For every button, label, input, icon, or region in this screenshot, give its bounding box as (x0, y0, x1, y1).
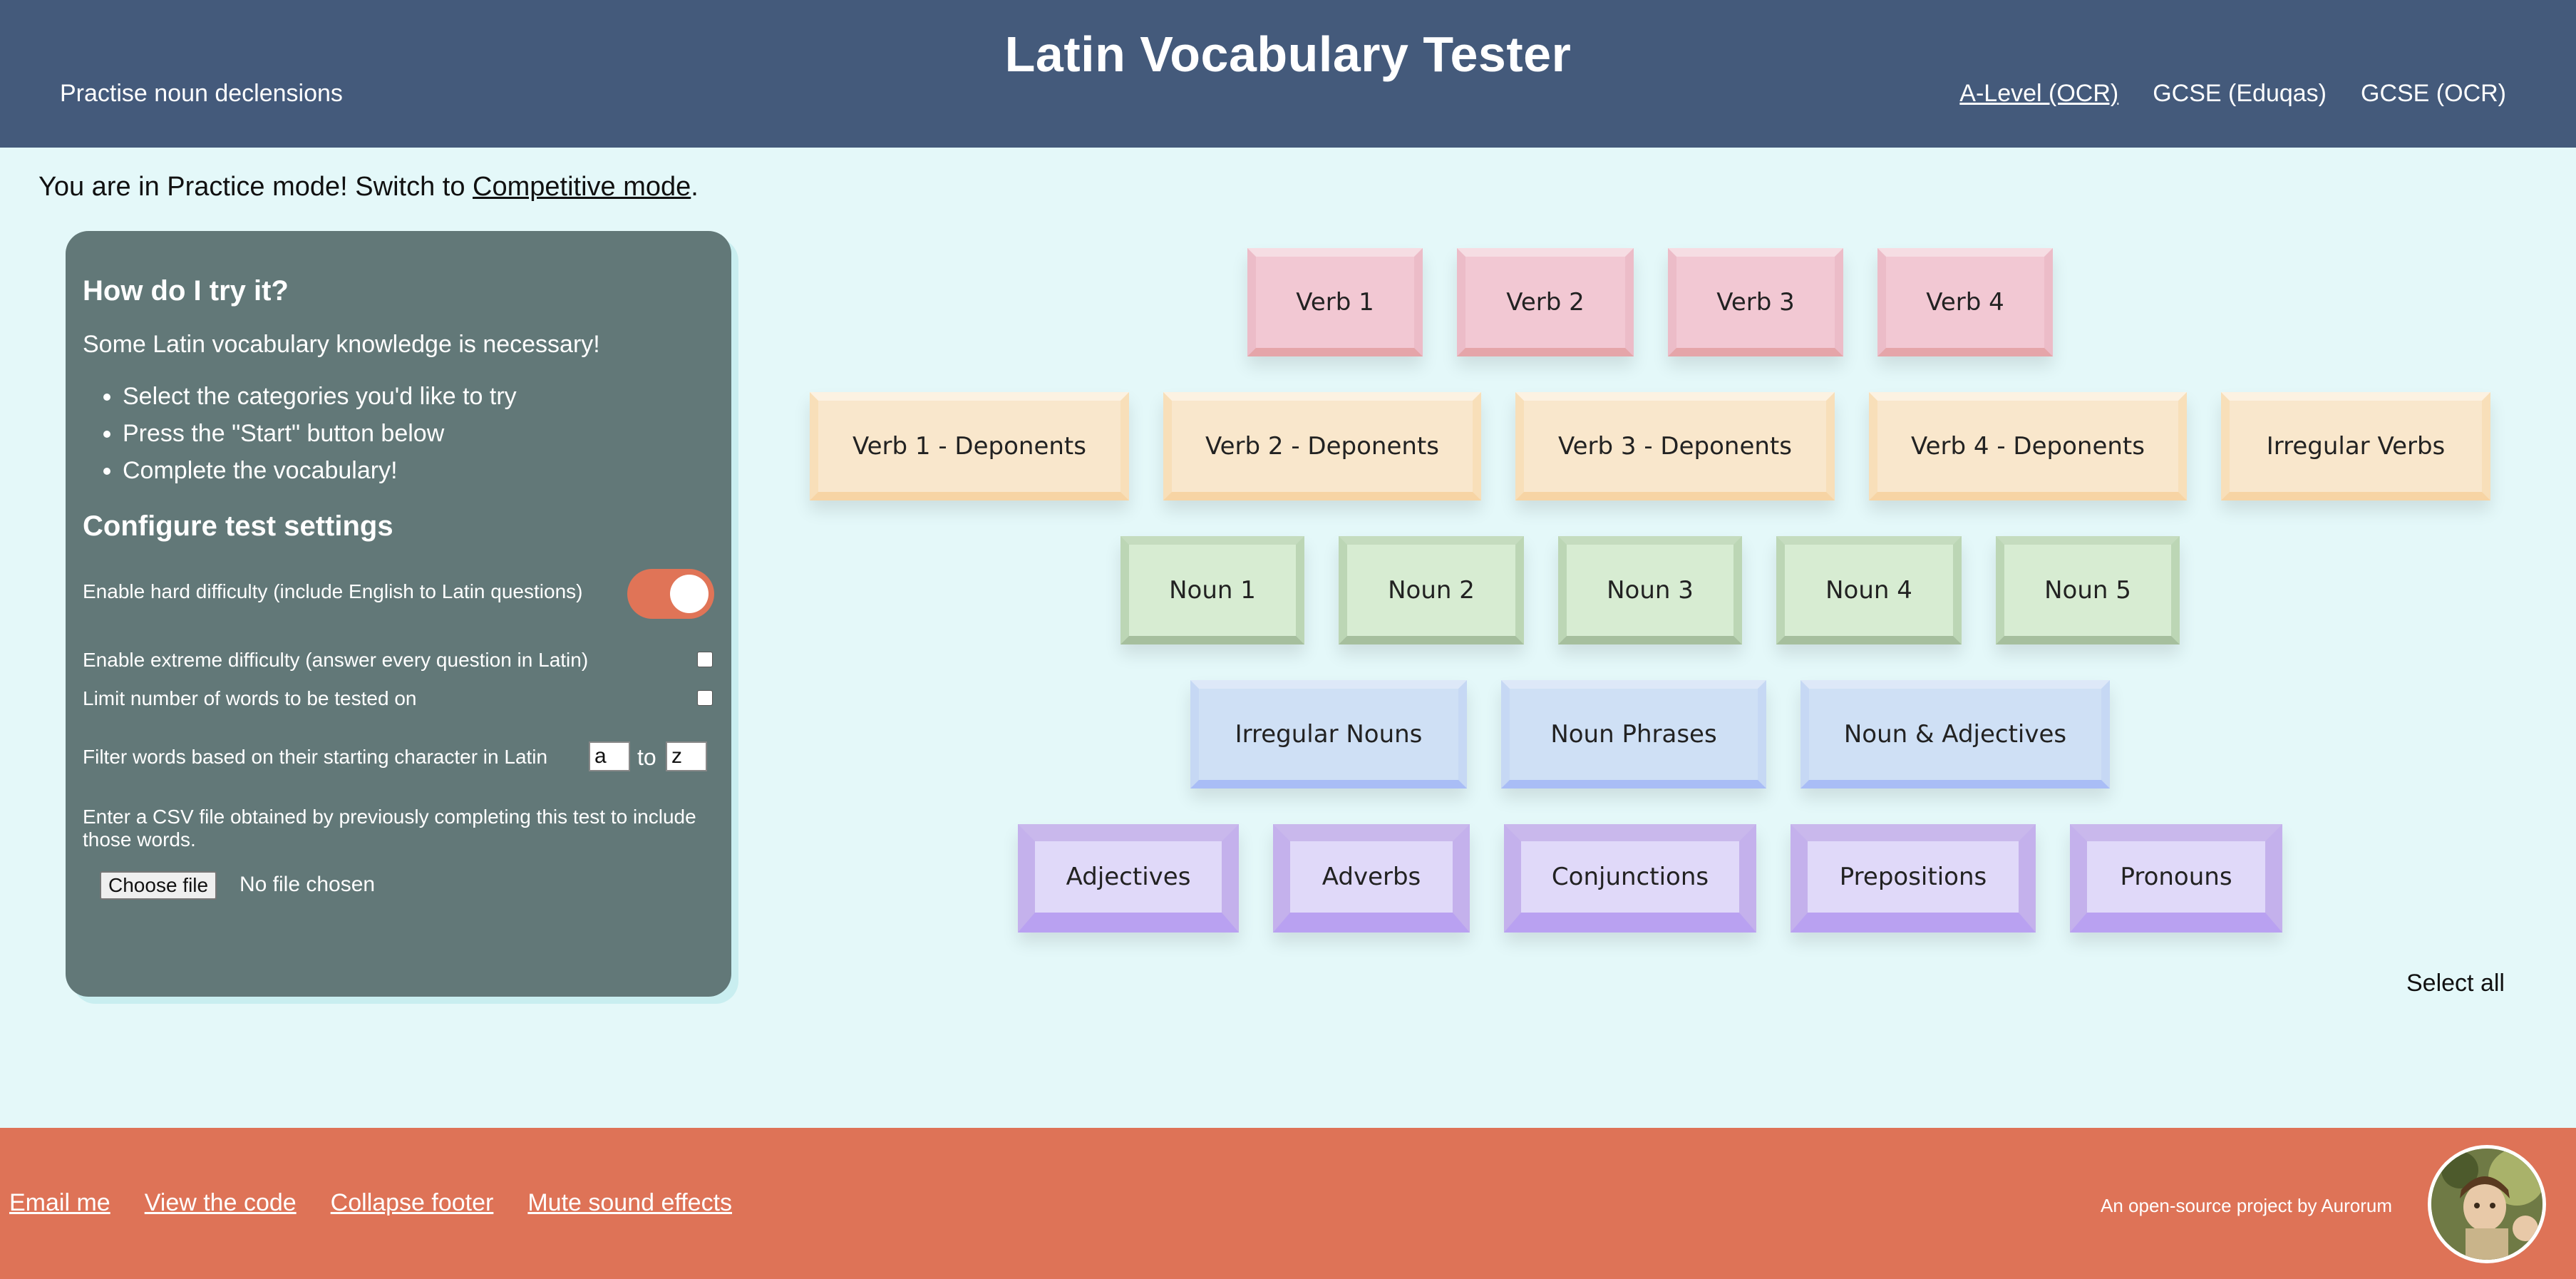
category-verb-2[interactable]: Verb 2 (1457, 248, 1634, 356)
category-noun-2[interactable]: Noun 2 (1339, 536, 1524, 644)
category-verb-1-deponents[interactable]: Verb 1 - Deponents (810, 392, 1129, 500)
hard-difficulty-toggle[interactable] (627, 569, 714, 619)
file-status: No file chosen (239, 873, 376, 896)
category-prepositions[interactable]: Prepositions (1791, 824, 2036, 933)
limit-words-label: Limit number of words to be tested on (83, 687, 417, 709)
instruction-step: Select the categories you'd like to try (123, 378, 517, 415)
exam-board-nav: A-Level (OCR) GCSE (Eduqas) GCSE (OCR) (1959, 80, 2506, 108)
instruction-list: Select the categories you'd like to try … (123, 378, 517, 489)
limit-words-checkbox[interactable] (697, 690, 713, 706)
category-noun-phrases[interactable]: Noun Phrases (1501, 680, 1766, 789)
page-title: Latin Vocabulary Tester (1004, 26, 1572, 82)
extreme-difficulty-label: Enable extreme difficulty (answer every … (83, 649, 589, 671)
category-noun-5[interactable]: Noun 5 (1996, 536, 2180, 644)
extreme-difficulty-checkbox[interactable] (697, 652, 713, 667)
collapse-footer-link[interactable]: Collapse footer (331, 1189, 494, 1217)
view-code-link[interactable]: View the code (145, 1189, 297, 1217)
site-footer: Email me View the code Collapse footer M… (0, 1128, 2576, 1279)
nav-link-gcse-ocr[interactable]: GCSE (OCR) (2361, 80, 2506, 108)
toggle-knob (670, 575, 709, 613)
category-verb-1[interactable]: Verb 1 (1247, 248, 1423, 356)
instruction-step: Press the "Start" button below (123, 415, 517, 452)
filter-from-input[interactable] (589, 741, 630, 771)
instruction-step: Complete the vocabulary! (123, 452, 517, 489)
mode-notice-suffix: . (691, 172, 699, 202)
avatar-image (2431, 1149, 2542, 1260)
category-noun-3[interactable]: Noun 3 (1558, 536, 1742, 644)
footer-links: Email me View the code Collapse footer M… (9, 1189, 732, 1217)
site-header: Latin Vocabulary Tester Practise noun de… (0, 0, 2576, 148)
how-to-heading: How do I try it? (83, 275, 289, 307)
category-noun-1[interactable]: Noun 1 (1120, 536, 1304, 644)
intro-text: Some Latin vocabulary knowledge is neces… (83, 331, 600, 358)
category-verb-4-deponents[interactable]: Verb 4 - Deponents (1869, 392, 2187, 500)
nav-link-a-level-ocr[interactable]: A-Level (OCR) (1959, 80, 2118, 108)
category-noun-4[interactable]: Noun 4 (1776, 536, 1962, 644)
config-heading: Configure test settings (83, 510, 393, 542)
footer-credit: An open-source project by Aurorum (2101, 1195, 2392, 1216)
email-me-link[interactable]: Email me (9, 1189, 110, 1217)
mode-notice: You are in Practice mode! Switch to Comp… (38, 172, 699, 202)
competitive-mode-link[interactable]: Competitive mode (473, 172, 691, 202)
category-verb-4[interactable]: Verb 4 (1877, 248, 2053, 356)
filter-to-input[interactable] (666, 741, 707, 771)
category-noun-adjectives[interactable]: Noun & Adjectives (1800, 680, 2110, 789)
page-subtitle: Practise noun declensions (60, 80, 343, 107)
author-avatar[interactable] (2428, 1145, 2546, 1263)
filter-to-label: to (637, 744, 656, 770)
settings-panel: How do I try it? Some Latin vocabulary k… (66, 231, 731, 997)
csv-upload-label: Enter a CSV file obtained by previously … (83, 806, 696, 851)
mute-sound-link[interactable]: Mute sound effects (527, 1189, 732, 1217)
category-irregular-nouns[interactable]: Irregular Nouns (1190, 680, 1467, 789)
mode-notice-prefix: You are in Practice mode! Switch to (38, 172, 473, 202)
category-verb-2-deponents[interactable]: Verb 2 - Deponents (1163, 392, 1481, 500)
category-verb-3[interactable]: Verb 3 (1668, 248, 1843, 356)
category-conjunctions[interactable]: Conjunctions (1504, 824, 1756, 933)
category-irregular-verbs[interactable]: Irregular Verbs (2221, 392, 2490, 500)
category-verb-3-deponents[interactable]: Verb 3 - Deponents (1515, 392, 1835, 500)
choose-file-button[interactable]: Choose file (100, 871, 217, 900)
select-all-link[interactable]: Select all (2406, 970, 2505, 997)
hard-difficulty-label: Enable hard difficulty (include English … (83, 580, 583, 602)
filter-words-label: Filter words based on their starting cha… (83, 746, 548, 768)
category-adverbs[interactable]: Adverbs (1273, 824, 1470, 933)
nav-link-gcse-eduqas[interactable]: GCSE (Eduqas) (2153, 80, 2327, 108)
category-pronouns[interactable]: Pronouns (2070, 824, 2282, 933)
category-adjectives[interactable]: Adjectives (1018, 824, 1239, 933)
